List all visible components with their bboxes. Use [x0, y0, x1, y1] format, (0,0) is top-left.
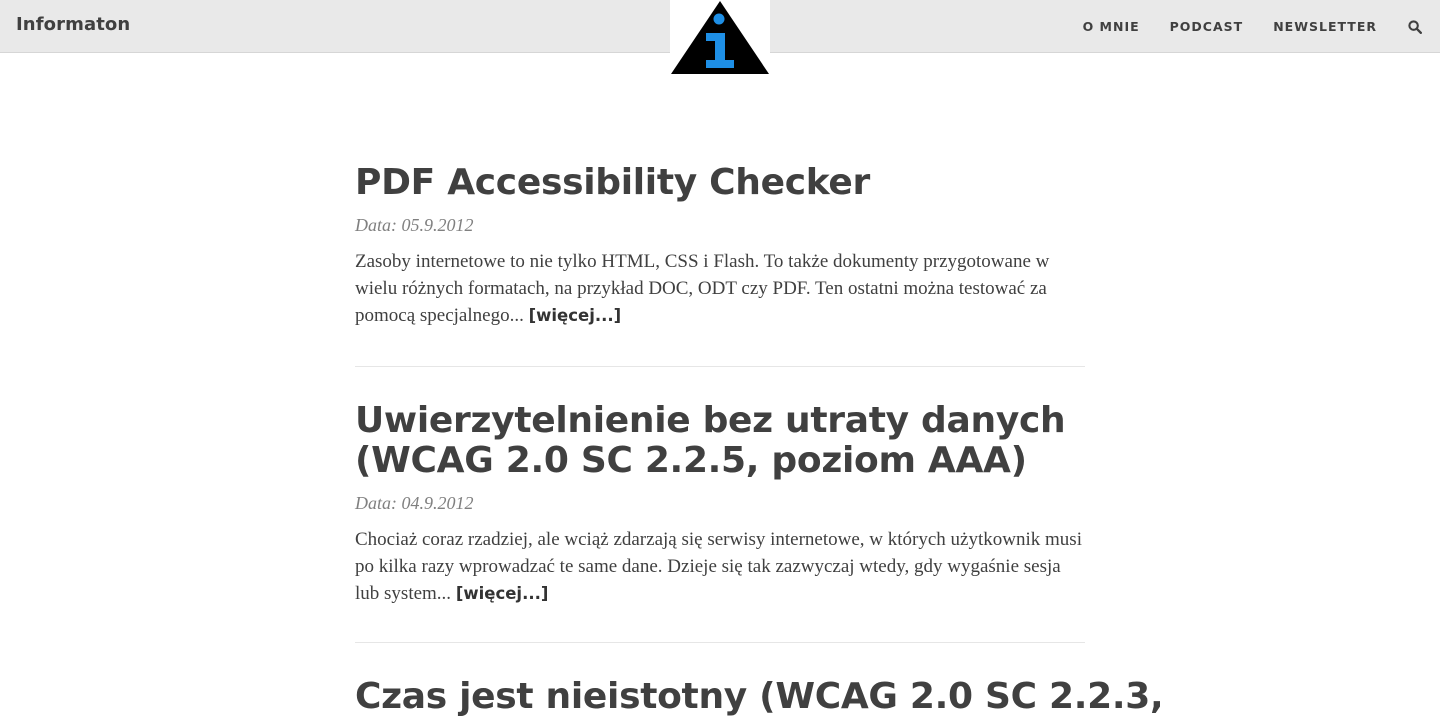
post-item: PDF Accessibility Checker Data: 05.9.201…: [355, 163, 1085, 329]
post-item: Czas jest nieistotny (WCAG 2.0 SC 2.2.3,: [355, 677, 1164, 717]
site-brand-link[interactable]: Informaton: [16, 14, 130, 35]
post-excerpt-text: Zasoby internetowe to nie tylko HTML, CS…: [355, 251, 1050, 326]
read-more-link[interactable]: [więcej...]: [456, 584, 549, 603]
search-icon: [1408, 19, 1422, 34]
post-excerpt: Chociaż coraz rzadziej, ale wciąż zdarza…: [355, 526, 1085, 607]
main-nav: O MNIE PODCAST NEWSLETTER: [1083, 0, 1440, 53]
post-divider: [355, 366, 1085, 367]
nav-item-o-mnie[interactable]: O MNIE: [1083, 19, 1140, 34]
nav-item-newsletter[interactable]: NEWSLETTER: [1273, 19, 1377, 34]
post-date: Data: 04.9.2012: [355, 493, 474, 513]
site-logo-link[interactable]: [670, 0, 770, 75]
post-title-link[interactable]: Czas jest nieistotny (WCAG 2.0 SC 2.2.3,: [355, 677, 1164, 717]
read-more-link[interactable]: [więcej...]: [529, 306, 622, 325]
post-excerpt: Zasoby internetowe to nie tylko HTML, CS…: [355, 248, 1085, 329]
search-button[interactable]: [1407, 19, 1423, 35]
post-item: Uwierzytelnienie bez utraty danych (WCAG…: [355, 401, 1085, 607]
post-title-link[interactable]: PDF Accessibility Checker: [355, 163, 1085, 203]
post-title-link[interactable]: Uwierzytelnienie bez utraty danych (WCAG…: [355, 401, 1085, 481]
post-date: Data: 05.9.2012: [355, 215, 474, 235]
post-divider: [355, 642, 1085, 643]
nav-item-podcast[interactable]: PODCAST: [1170, 19, 1244, 34]
info-triangle-logo-icon: [671, 1, 769, 74]
